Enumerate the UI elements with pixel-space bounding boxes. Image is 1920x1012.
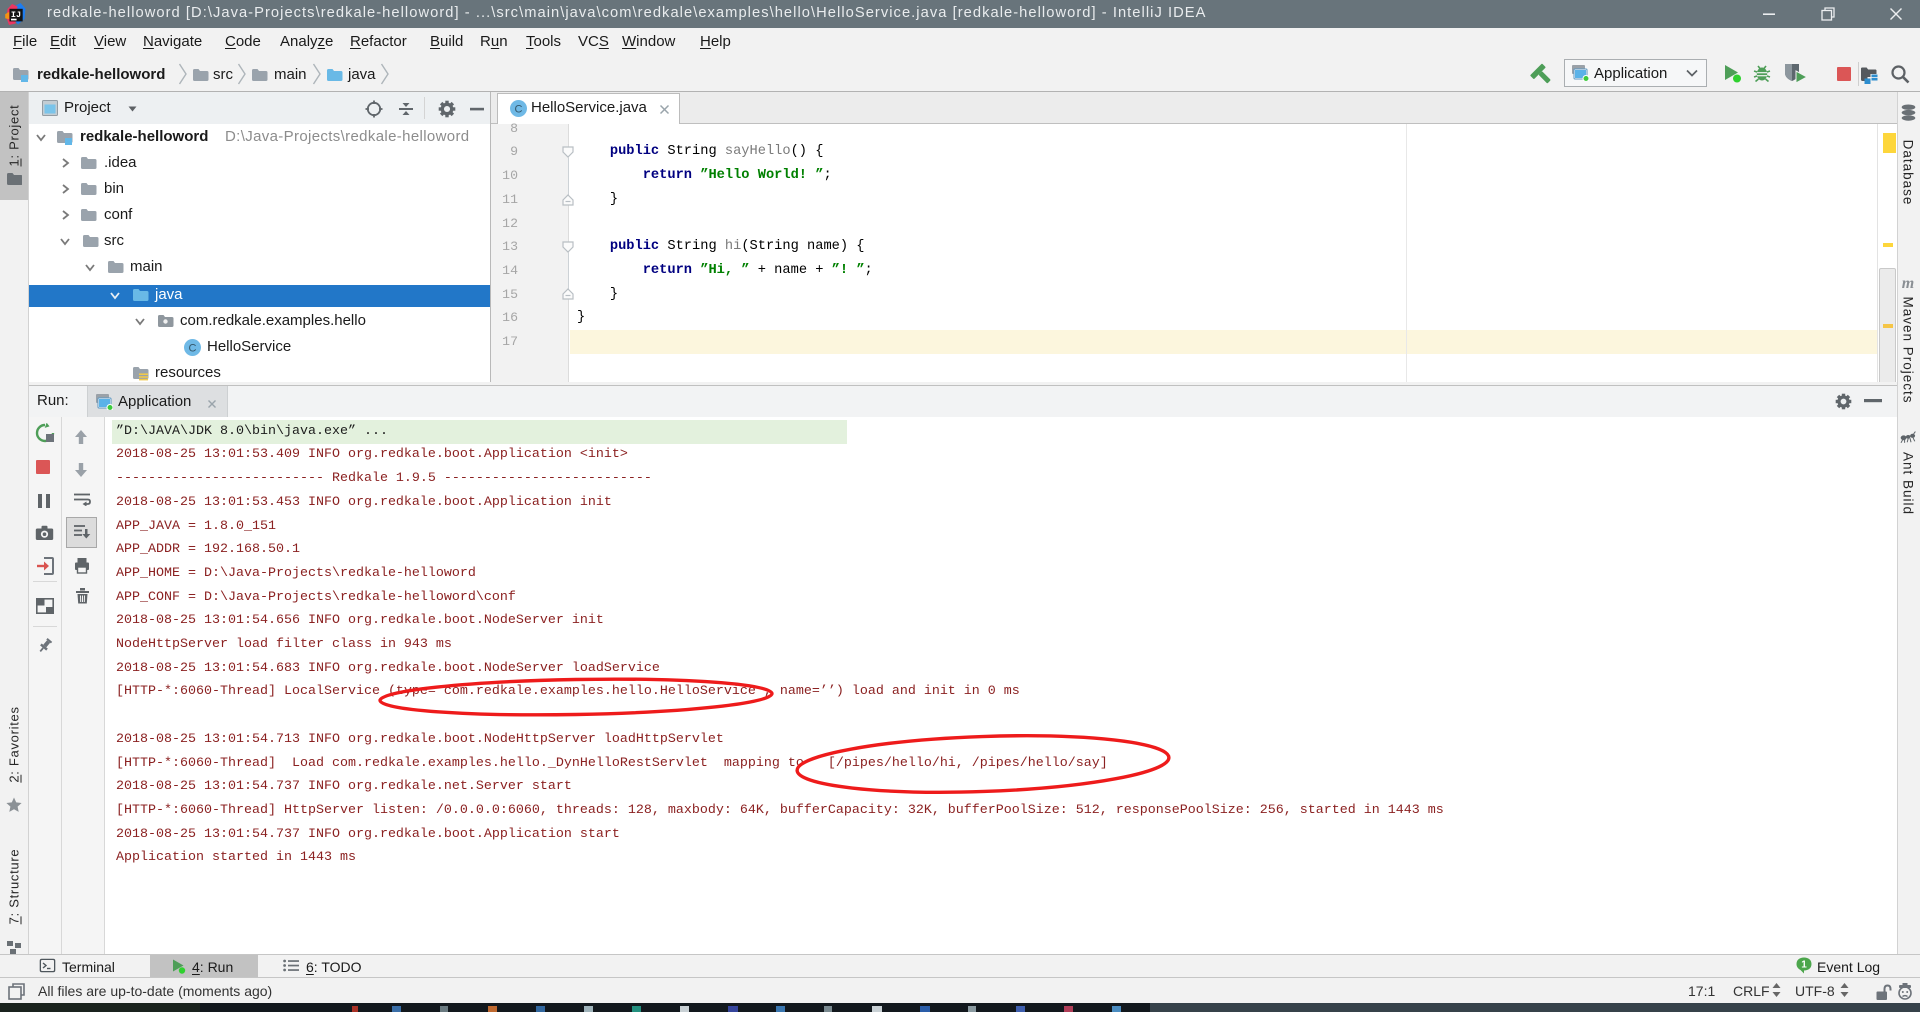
svg-text:1: 1 — [1801, 960, 1807, 971]
